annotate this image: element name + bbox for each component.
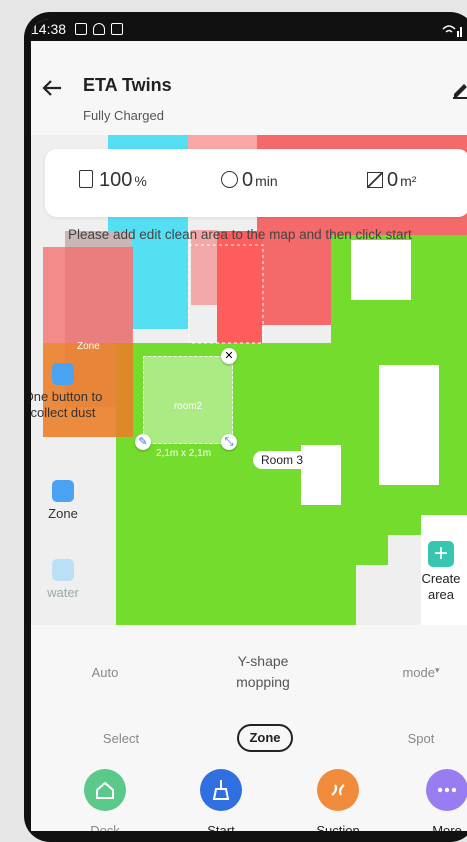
back-arrow-icon[interactable] bbox=[41, 77, 63, 99]
lock-icon bbox=[111, 23, 123, 35]
zone-dimensions: 2,1m x 2,1m bbox=[156, 448, 212, 459]
app-screen: 14:38 ETA Twins Fully Charged 100 % 0 mi… bbox=[31, 19, 467, 831]
mode-spot[interactable]: Spot bbox=[391, 731, 451, 746]
area-value: 0 bbox=[387, 169, 399, 191]
caret-down-icon: ▾ bbox=[435, 665, 440, 675]
device-status: Fully Charged bbox=[83, 108, 164, 123]
selected-zone-box[interactable]: room2 bbox=[143, 356, 233, 444]
water-label: water bbox=[47, 585, 79, 600]
home-icon bbox=[84, 769, 126, 811]
water-drop-icon bbox=[52, 559, 74, 581]
more-label: More bbox=[432, 823, 462, 831]
mode-y-shape-mopping[interactable]: Y-shape mopping bbox=[213, 651, 313, 693]
status-time: 14:38 bbox=[31, 21, 67, 37]
zone-edit-icon[interactable]: ✎ bbox=[135, 434, 151, 450]
device-title: ETA Twins bbox=[83, 75, 172, 95]
battery-stat: 100% bbox=[79, 169, 147, 192]
start-button[interactable]: Start bbox=[181, 769, 261, 831]
zone-resize-icon[interactable]: ⤡ bbox=[221, 434, 237, 450]
time-unit: min bbox=[255, 173, 278, 189]
battery-unit: % bbox=[134, 173, 147, 189]
app-bar: ETA Twins Fully Charged bbox=[31, 41, 467, 135]
plus-icon: + bbox=[428, 541, 454, 567]
zone-icon bbox=[52, 480, 74, 502]
dustbin-icon bbox=[52, 363, 74, 385]
mode-dropdown-label: mode bbox=[402, 665, 435, 680]
notification-icon bbox=[93, 23, 105, 35]
stats-card: 100% 0 min 0 m² bbox=[45, 149, 467, 217]
dock-button[interactable]: Dock bbox=[65, 769, 145, 831]
more-button[interactable]: More bbox=[407, 769, 467, 831]
area-stat: 0 m² bbox=[367, 169, 416, 192]
time-stat: 0 min bbox=[221, 169, 278, 192]
create-area-label: Create area bbox=[421, 571, 461, 602]
room-tag[interactable]: Room 3 bbox=[253, 451, 312, 469]
dust-collect-label: One button to collect dust bbox=[31, 389, 103, 420]
instruction-hint: Please add edit clean area to the map an… bbox=[68, 227, 412, 242]
fan-icon bbox=[317, 769, 359, 811]
dock-label: Dock bbox=[90, 823, 120, 831]
mode-select[interactable]: Select bbox=[91, 731, 151, 746]
more-icon bbox=[426, 769, 467, 811]
water-side-button[interactable]: water bbox=[31, 559, 103, 601]
mode-dropdown[interactable]: mode▾ bbox=[391, 665, 451, 680]
battery-value: 100 bbox=[99, 169, 133, 191]
zone-room-label: room2 bbox=[173, 401, 203, 412]
battery-icon bbox=[79, 170, 93, 188]
create-area-button[interactable]: + Create area bbox=[409, 541, 467, 603]
broom-icon bbox=[200, 769, 242, 811]
zone-side-label: Zone bbox=[48, 506, 78, 521]
mode-auto[interactable]: Auto bbox=[75, 665, 135, 680]
suction-label: Suction bbox=[316, 823, 360, 831]
zone-delete-icon[interactable]: ✕ bbox=[221, 348, 237, 364]
status-bar: 14:38 bbox=[31, 19, 467, 41]
area-unit: m² bbox=[400, 173, 417, 189]
time-value: 0 bbox=[242, 169, 254, 191]
area-icon bbox=[367, 172, 383, 188]
clock-icon bbox=[221, 171, 238, 188]
zone-overlay-label: Zone bbox=[77, 341, 100, 352]
edit-pencil-icon[interactable] bbox=[451, 79, 467, 99]
gallery-icon bbox=[75, 23, 87, 35]
suction-button[interactable]: Suction bbox=[298, 769, 378, 831]
zone-side-button[interactable]: Zone bbox=[31, 480, 103, 522]
wifi-signal-icon bbox=[442, 25, 462, 37]
start-label: Start bbox=[207, 823, 235, 831]
one-button-dust-collect[interactable]: One button to collect dust bbox=[31, 363, 103, 421]
mode-zone[interactable]: Zone bbox=[237, 724, 293, 752]
